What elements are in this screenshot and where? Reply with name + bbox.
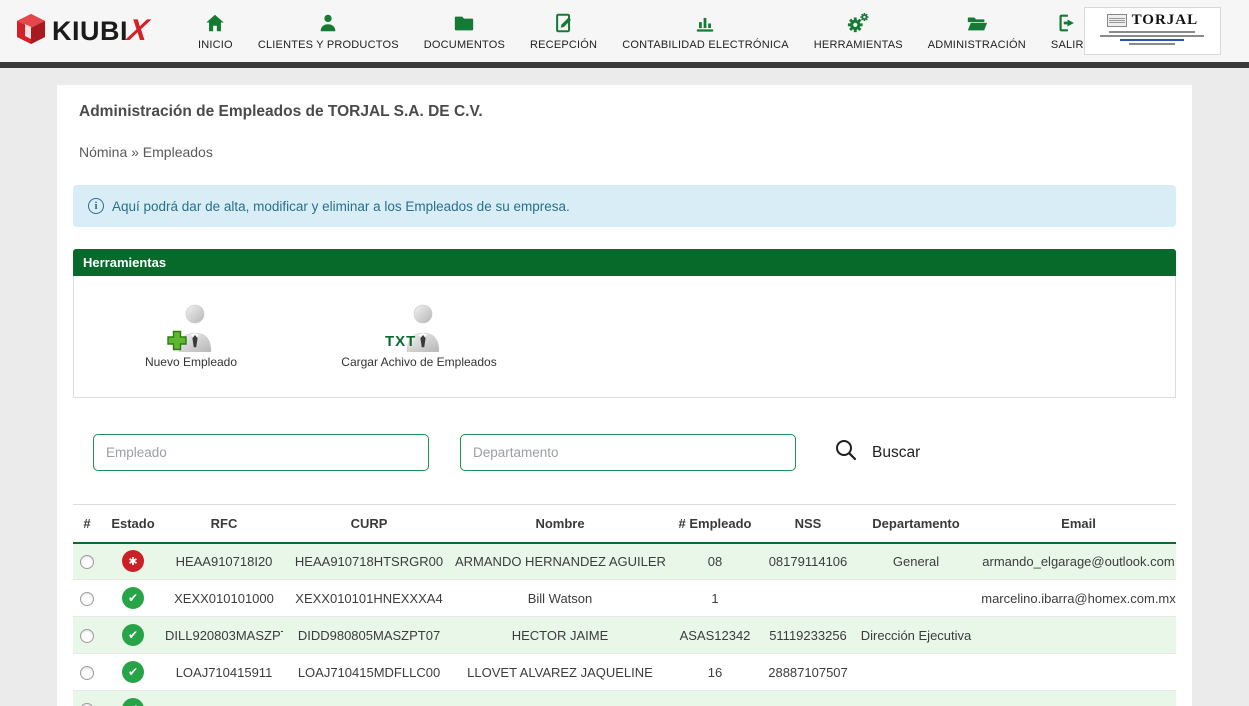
info-alert-text: Aquí podrá dar de alta, modificar y elim…: [112, 199, 570, 214]
employees-table: # Estado RFC CURP Nombre # Empleado NSS …: [73, 504, 1176, 706]
table-header-row: # Estado RFC CURP Nombre # Empleado NSS …: [73, 505, 1176, 543]
department-search-input[interactable]: [460, 434, 796, 471]
bar-chart-icon: [694, 12, 716, 34]
new-employee-person-icon: [163, 304, 219, 352]
top-navbar: KIUBIX INICIO CLIENTES Y PRODUCTOS DOCUM…: [0, 0, 1249, 62]
search-button-label: Buscar: [872, 444, 920, 462]
nav-item-herramientas[interactable]: HERRAMIENTAS: [814, 12, 903, 51]
nav-item-documentos[interactable]: DOCUMENTOS: [424, 12, 505, 51]
brand-name: KIUBIX: [52, 14, 149, 48]
new-employee-label: Nuevo Empleado: [145, 355, 237, 369]
col-header-nombre: Nombre: [455, 505, 665, 543]
content-card: Administración de Empleados de TORJAL S.…: [57, 85, 1192, 706]
gears-icon: [846, 12, 870, 34]
load-employee-file-label: Cargar Achivo de Empleados: [341, 355, 496, 369]
torjal-address-lines: [1091, 31, 1214, 45]
search-icon: [834, 438, 858, 467]
status-active-icon: [122, 624, 144, 646]
torjal-mark-icon: [1107, 14, 1127, 27]
status-active-icon: [122, 698, 144, 706]
col-header-departamento: Departamento: [851, 505, 981, 543]
kiubix-logo[interactable]: KIUBIX: [16, 13, 176, 50]
search-button[interactable]: Buscar: [834, 438, 920, 467]
col-header-num-empleado: # Empleado: [665, 505, 765, 543]
document-pencil-icon: [553, 12, 575, 34]
col-header-email: Email: [981, 505, 1176, 543]
table-row: HEAA910718I20 HEAA910718HTSRGR00 ARMANDO…: [73, 543, 1176, 580]
info-icon: i: [88, 198, 104, 214]
col-header-num: #: [73, 505, 101, 543]
employee-search-input[interactable]: [93, 434, 429, 471]
row-select-radio[interactable]: [80, 555, 94, 569]
header-divider-band: [0, 62, 1249, 68]
load-employee-file-button[interactable]: TXT Cargar Achivo de Empleados: [304, 304, 534, 369]
page-background: Administración de Empleados de TORJAL S.…: [0, 85, 1249, 706]
nav-item-clientes-y-productos[interactable]: CLIENTES Y PRODUCTOS: [258, 12, 399, 51]
torjal-name: TORJAL: [1132, 12, 1199, 29]
load-employee-file-person-icon: TXT: [391, 304, 447, 352]
status-active-icon: [122, 661, 144, 683]
col-header-nss: NSS: [765, 505, 851, 543]
info-alert: i Aquí podrá dar de alta, modificar y el…: [73, 185, 1176, 227]
new-employee-button[interactable]: Nuevo Empleado: [106, 304, 276, 369]
nav-item-recepcion[interactable]: RECEPCIÓN: [530, 12, 597, 51]
col-header-curp: CURP: [283, 505, 455, 543]
table-row: XEXX010101000 XEXX010101HNEXXXA4 Bill Wa…: [73, 580, 1176, 617]
breadcrumb: Nómina » Empleados: [79, 144, 1176, 160]
person-icon: [317, 12, 339, 34]
nav-item-contabilidad-electronica[interactable]: CONTABILIDAD ELECTRÓNICA: [622, 12, 789, 51]
txt-badge: TXT: [385, 333, 416, 350]
folder-icon: [453, 12, 475, 34]
row-select-radio[interactable]: [80, 629, 94, 643]
nav-item-salir[interactable]: SALIR: [1051, 12, 1084, 51]
status-active-icon: [122, 587, 144, 609]
main-nav: INICIO CLIENTES Y PRODUCTOS DOCUMENTOS R…: [198, 12, 1084, 51]
row-select-radio[interactable]: [80, 666, 94, 680]
tools-panel: Herramientas Nuevo: [73, 249, 1176, 398]
home-icon: [204, 12, 226, 34]
company-logo-torjal: TORJAL: [1084, 7, 1221, 55]
open-folder-icon: [965, 12, 989, 34]
nav-item-inicio[interactable]: INICIO: [198, 12, 233, 51]
exit-icon: [1056, 12, 1078, 34]
kiubix-cube-icon: [16, 13, 46, 50]
table-row: DILL920803MASZPT DIDD980805MASZPT07 HECT…: [73, 617, 1176, 654]
page-title: Administración de Empleados de TORJAL S.…: [79, 103, 1176, 121]
status-inactive-icon: [122, 550, 144, 572]
tools-panel-title: Herramientas: [73, 249, 1176, 276]
col-header-rfc: RFC: [165, 505, 283, 543]
col-header-estado: Estado: [101, 505, 165, 543]
nav-item-administracion[interactable]: ADMINISTRACIÓN: [928, 12, 1026, 51]
table-row: [73, 691, 1176, 706]
row-select-radio[interactable]: [80, 592, 94, 606]
table-row: LOAJ710415911 LOAJ710415MDFLLC00 LLOVET …: [73, 654, 1176, 691]
search-row: Buscar: [73, 434, 1176, 471]
tools-panel-body: Nuevo Empleado TXT Cargar Achivo de Empl…: [73, 276, 1176, 398]
